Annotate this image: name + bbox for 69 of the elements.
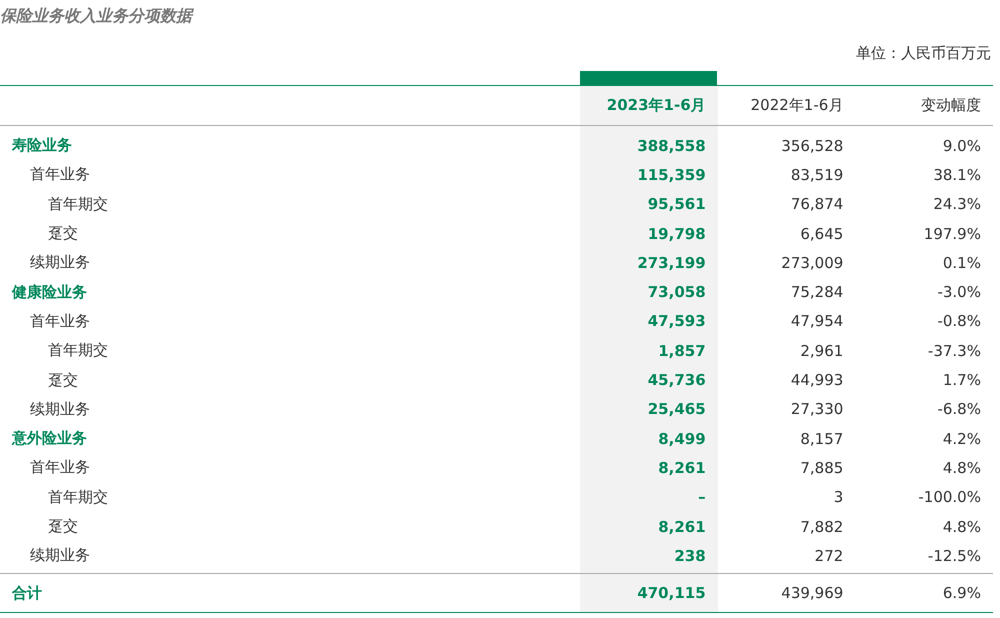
row-label: 趸交 xyxy=(48,224,78,242)
table-cell: -0.8% xyxy=(937,312,981,330)
row-label: 健康险业务 xyxy=(12,282,87,301)
table-cell: 24.3% xyxy=(933,195,981,214)
table-cell: 197.9% xyxy=(924,224,981,243)
table-cell: 273,009 xyxy=(781,254,844,272)
table-cell: 1.7% xyxy=(942,371,981,390)
table-cell: 4.2% xyxy=(942,430,981,448)
table-cell: 47,954 xyxy=(790,312,844,330)
table-cell: 3 xyxy=(834,488,844,506)
table-cell: 273,199 xyxy=(637,254,706,272)
row-label: 续期业务 xyxy=(30,400,90,418)
table-cell: 38.1% xyxy=(933,166,981,184)
row-label: 首年期交 xyxy=(48,488,108,506)
table-cell: 7,885 xyxy=(800,458,844,477)
table-cell: 27,330 xyxy=(790,400,844,418)
table-cell: 439,969 xyxy=(781,584,844,602)
table-cell: 19,798 xyxy=(648,224,706,243)
table-cell: 8,499 xyxy=(658,430,706,448)
table-cell: 44,993 xyxy=(790,371,844,390)
table-cell: 8,261 xyxy=(658,518,706,536)
table-cell: 0.1% xyxy=(942,254,981,272)
table-cell: 73,058 xyxy=(648,283,706,302)
table-cell: 356,528 xyxy=(781,136,844,155)
table-cell: 470,115 xyxy=(637,584,706,602)
row-label: 意外险业务 xyxy=(12,429,87,448)
table-cell: 9.0% xyxy=(942,136,981,155)
row-label: 首年业务 xyxy=(30,165,90,184)
table-cell: – xyxy=(698,488,706,506)
table-cell: -37.3% xyxy=(928,342,981,360)
row-label: 续期业务 xyxy=(30,546,90,564)
row-label: 合计 xyxy=(12,584,42,602)
table-cell: -12.5% xyxy=(928,546,981,565)
table-cell: 238 xyxy=(674,546,706,565)
column-header: 2023年1-6月 xyxy=(606,96,706,115)
row-label: 首年业务 xyxy=(30,458,90,476)
table-cell: 2,961 xyxy=(800,342,844,360)
row-label: 首年期交 xyxy=(48,341,108,360)
table-cell: 76,874 xyxy=(790,195,844,214)
table-cell: 4.8% xyxy=(942,458,981,477)
table-cell: -6.8% xyxy=(937,400,981,418)
table-cell: 47,593 xyxy=(648,312,706,330)
table-cell: 1,857 xyxy=(658,342,706,360)
column-header: 变动幅度 xyxy=(920,96,981,115)
table-cell: 83,519 xyxy=(790,166,844,184)
table-cell: -3.0% xyxy=(937,283,981,302)
table-title: 保险业务收入业务分项数据 xyxy=(0,5,195,27)
column-header: 2022年1-6月 xyxy=(750,96,844,115)
table-cell: 8,157 xyxy=(800,430,844,448)
row-label: 趸交 xyxy=(48,370,78,389)
table-cell: 6.9% xyxy=(942,584,981,602)
table-cell: 388,558 xyxy=(637,136,706,155)
table-cell: 115,359 xyxy=(637,166,706,184)
table-cell: 8,261 xyxy=(658,458,706,477)
table-cell: -100.0% xyxy=(918,488,981,506)
table-cell: 7,882 xyxy=(800,518,844,536)
table-cell: 45,736 xyxy=(648,371,706,390)
row-label: 寿险业务 xyxy=(12,136,72,154)
table-cell: 25,465 xyxy=(648,400,706,418)
table-cell: 4.8% xyxy=(942,518,981,536)
table-cell: 95,561 xyxy=(648,195,706,214)
row-label: 首年期交 xyxy=(48,194,108,213)
table-cell: 272 xyxy=(814,546,844,565)
row-label: 续期业务 xyxy=(30,253,90,272)
row-label: 趸交 xyxy=(48,517,78,535)
unit-note: 单位：人民币百万元 xyxy=(856,44,991,64)
row-label: 首年业务 xyxy=(30,312,90,330)
table-cell: 6,645 xyxy=(800,224,844,243)
table-cell: 75,284 xyxy=(790,283,844,302)
